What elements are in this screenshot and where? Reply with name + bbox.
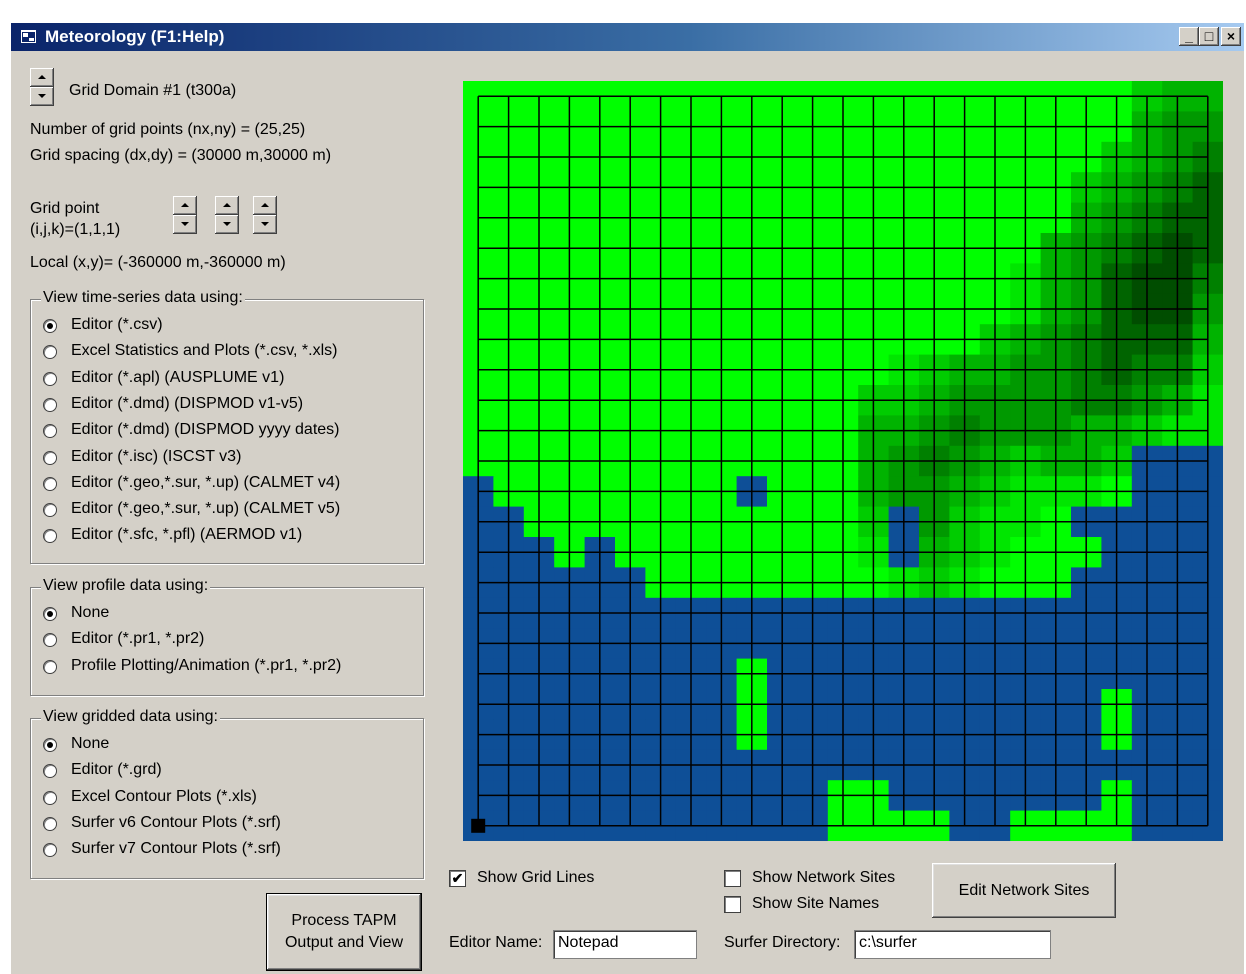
arrow-up-icon <box>223 203 231 207</box>
show-site-names-label: Show Site Names <box>752 895 880 912</box>
radio-button-icon[interactable] <box>43 450 57 465</box>
show-site-names-checkbox[interactable] <box>724 896 741 913</box>
grid-point-ijk: (i,j,k)=(1,1,1) <box>30 221 121 238</box>
grid-spacing-text: Grid spacing (dx,dy) = (30000 m,30000 m) <box>30 147 332 164</box>
gridded-option-label: Editor (*.grd) <box>71 761 162 779</box>
editor-name-input[interactable]: Notepad <box>553 930 697 959</box>
maximize-icon: □ <box>1204 28 1214 44</box>
app-icon <box>21 30 36 43</box>
grid-j-up-button[interactable] <box>215 196 239 215</box>
gridded-option-label: Surfer v6 Contour Plots (*.srf) <box>71 813 281 831</box>
radio-button-icon[interactable] <box>43 764 57 779</box>
grid-points-text: Number of grid points (nx,ny) = (25,25) <box>30 121 306 138</box>
timeseries-group: View time-series data using: Editor (*.c… <box>30 289 424 564</box>
editor-name-label: Editor Name: <box>449 934 543 951</box>
arrow-down-icon <box>38 94 46 98</box>
maximize-button[interactable]: □ <box>1199 27 1219 46</box>
grid-i-up-button[interactable] <box>173 196 197 215</box>
process-button-line2: Output and View <box>284 934 403 951</box>
arrow-down-icon <box>223 222 231 226</box>
profile-option-label: Editor (*.pr1, *.pr2) <box>71 630 205 648</box>
radio-button-icon[interactable] <box>43 476 57 491</box>
timeseries-option-label: Editor (*.geo,*.sur, *.up) (CALMET v5) <box>71 500 341 518</box>
gridded-group: View gridded data using: None Editor (*.g… <box>30 708 424 879</box>
domain-label: Grid Domain #1 (t300a) <box>69 82 237 99</box>
radio-button-icon[interactable] <box>43 529 57 544</box>
show-grid-lines-label: Show Grid Lines <box>477 869 595 886</box>
radio-button-icon[interactable] <box>43 607 57 621</box>
domain-up-button[interactable] <box>30 68 54 87</box>
arrow-down-icon <box>261 222 269 226</box>
arrow-down-icon <box>181 222 189 226</box>
minimize-icon: _ <box>1185 28 1193 44</box>
timeseries-group-title: View time-series data using: <box>41 289 245 307</box>
grid-i-down-button[interactable] <box>173 215 197 234</box>
grid-k-spinner[interactable] <box>253 196 277 234</box>
radio-button-icon[interactable] <box>43 397 57 412</box>
domain-spinner[interactable] <box>30 68 54 106</box>
minimize-button[interactable]: _ <box>1179 27 1199 46</box>
timeseries-option-label: Editor (*.apl) (AUSPLUME v1) <box>71 368 285 386</box>
surfer-directory-label: Surfer Directory: <box>724 934 841 951</box>
surfer-directory-input[interactable]: c:\surfer <box>854 930 1051 959</box>
gridded-group-title: View gridded data using: <box>41 708 220 726</box>
radio-button-icon[interactable] <box>43 424 57 439</box>
close-icon: × <box>1226 28 1236 44</box>
edit-network-sites-button[interactable]: Edit Network Sites <box>932 863 1116 918</box>
grid-j-spinner[interactable] <box>215 196 239 234</box>
gridded-option-label: Surfer v7 Contour Plots (*.srf) <box>71 840 281 858</box>
profile-group-title: View profile data using: <box>41 577 211 595</box>
grid-j-down-button[interactable] <box>215 215 239 234</box>
grid-i-spinner[interactable] <box>173 196 197 234</box>
edit-network-sites-label: Edit Network Sites <box>958 882 1090 899</box>
grid-domain-map[interactable] <box>463 81 1223 841</box>
arrow-up-icon <box>181 203 189 207</box>
timeseries-option-label: Editor (*.sfc, *.pfl) (AERMOD v1) <box>71 526 303 544</box>
radio-button-icon[interactable] <box>43 503 57 518</box>
timeseries-option-label: Editor (*.dmd) (DISPMOD yyyy dates) <box>71 421 340 439</box>
radio-button-icon[interactable] <box>43 371 57 386</box>
radio-button-icon[interactable] <box>43 633 57 648</box>
process-button-line1: Process TAPM <box>291 912 397 929</box>
timeseries-option-label: Editor (*.dmd) (DISPMOD v1-v5) <box>71 394 304 412</box>
grid-k-up-button[interactable] <box>253 196 277 215</box>
gridded-option-label: Excel Contour Plots (*.xls) <box>71 787 257 805</box>
meteorology-window: Meteorology (F1:Help) _ □ × Grid Domain … <box>11 23 1244 974</box>
show-network-sites-label: Show Network Sites <box>752 869 896 886</box>
timeseries-option-label: Editor (*.geo,*.sur, *.up) (CALMET v4) <box>71 473 341 491</box>
grid-point-label: Grid point <box>30 200 100 217</box>
profile-option-label: Profile Plotting/Animation (*.pr1, *.pr2… <box>71 656 342 674</box>
close-button[interactable]: × <box>1221 27 1241 46</box>
radio-button-icon[interactable] <box>43 843 57 858</box>
arrow-up-icon <box>38 75 46 79</box>
timeseries-option-label: Editor (*.isc) (ISCST v3) <box>71 447 242 465</box>
arrow-up-icon <box>261 203 269 207</box>
show-grid-lines-checkbox[interactable]: ✔ <box>449 870 466 887</box>
profile-option-label: None <box>71 604 110 621</box>
gridded-option-label: None <box>71 735 110 752</box>
title-bar[interactable]: Meteorology (F1:Help) _ □ × <box>11 23 1244 51</box>
window-title: Meteorology (F1:Help) <box>45 27 225 46</box>
selected-grid-point-marker <box>471 818 486 833</box>
grid-k-down-button[interactable] <box>253 215 277 234</box>
timeseries-option-label: Excel Statistics and Plots (*.csv, *.xls… <box>71 342 338 360</box>
local-xy-text: Local (x,y)= (-360000 m,-360000 m) <box>30 254 286 271</box>
radio-button-icon[interactable] <box>43 659 57 674</box>
show-network-sites-checkbox[interactable] <box>724 870 741 887</box>
check-mark-icon: ✔ <box>451 870 464 886</box>
radio-button-icon[interactable] <box>43 738 57 752</box>
radio-button-icon[interactable] <box>43 345 57 360</box>
timeseries-option-label: Editor (*.csv) <box>71 316 163 333</box>
profile-group: View profile data using: None Editor (*.p… <box>30 577 424 696</box>
radio-button-icon[interactable] <box>43 319 57 333</box>
process-tapm-button[interactable]: Process TAPM Output and View <box>266 893 422 971</box>
radio-button-icon[interactable] <box>43 790 57 805</box>
radio-button-icon[interactable] <box>43 816 57 831</box>
domain-down-button[interactable] <box>30 87 54 106</box>
